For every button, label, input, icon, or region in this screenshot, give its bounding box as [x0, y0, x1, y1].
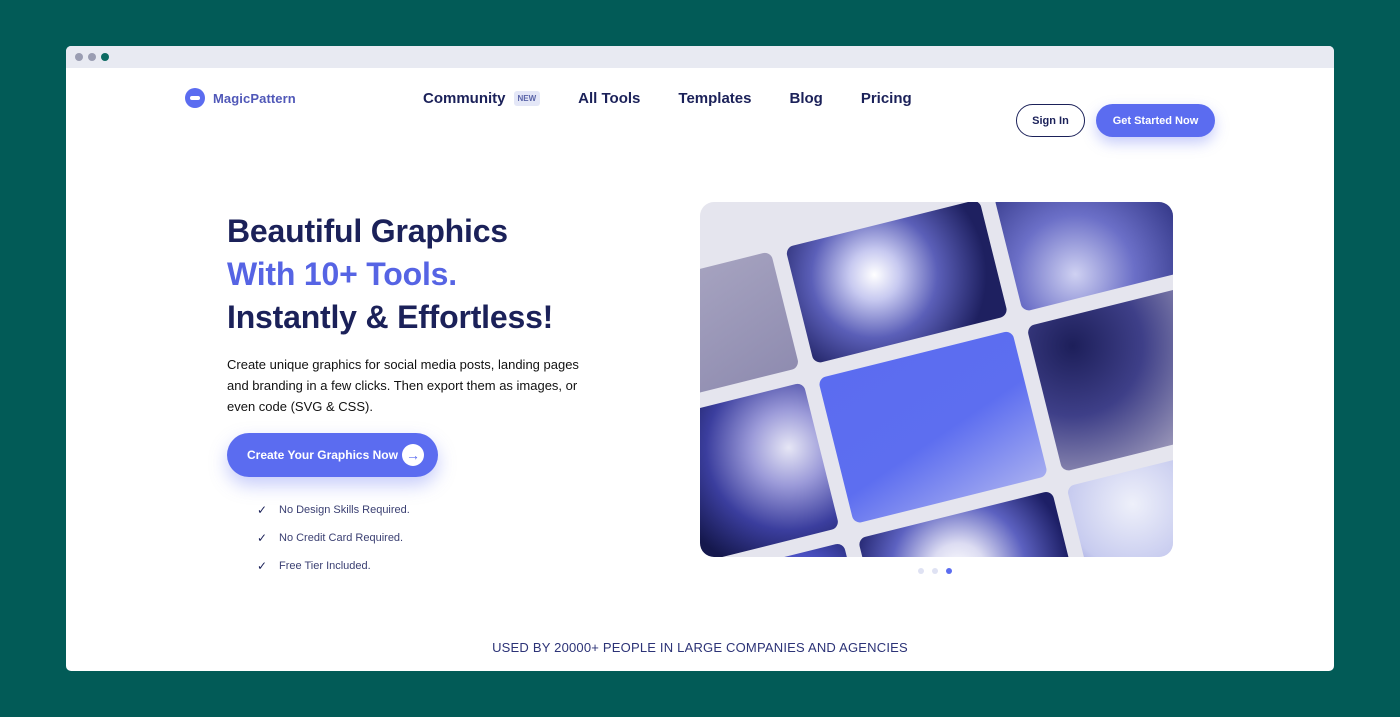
- pattern-tile: [700, 382, 840, 557]
- benefit-item: ✓ No Design Skills Required.: [257, 496, 410, 524]
- arrow-right-icon: →: [402, 444, 424, 466]
- browser-window: MagicPattern Community NEW All Tools Temp…: [66, 46, 1334, 671]
- pattern-tiles: [700, 202, 1173, 557]
- check-icon: ✓: [257, 503, 268, 517]
- benefit-item: ✓ No Credit Card Required.: [257, 524, 410, 552]
- carousel-dot[interactable]: [918, 568, 924, 574]
- benefit-label: No Design Skills Required.: [279, 504, 410, 516]
- hero-title-line-3: Instantly & Effortless!: [227, 299, 554, 335]
- landing-page: MagicPattern Community NEW All Tools Temp…: [66, 68, 1334, 671]
- benefits-list: ✓ No Design Skills Required. ✓ No Credit…: [257, 496, 410, 580]
- create-graphics-button[interactable]: Create Your Graphics Now →: [227, 433, 438, 477]
- benefit-label: Free Tier Included.: [279, 560, 371, 572]
- pattern-tile: [700, 251, 800, 404]
- benefit-label: No Credit Card Required.: [279, 532, 404, 544]
- brand-logo[interactable]: MagicPattern: [185, 88, 296, 108]
- brand-name: MagicPattern: [213, 90, 296, 106]
- main-nav: Community NEW All Tools Templates Blog Pr…: [423, 90, 912, 107]
- get-started-button[interactable]: Get Started Now: [1096, 104, 1215, 137]
- benefit-item: ✓ Free Tier Included.: [257, 552, 410, 580]
- new-badge: NEW: [513, 91, 541, 106]
- carousel-dot[interactable]: [932, 568, 938, 574]
- hero-pattern-image: [700, 202, 1173, 557]
- pattern-tile: [817, 330, 1049, 525]
- create-graphics-label: Create Your Graphics Now: [247, 448, 398, 462]
- window-dot-close[interactable]: [75, 53, 83, 61]
- check-icon: ✓: [257, 559, 268, 573]
- hero-description: Create unique graphics for social media …: [227, 357, 579, 414]
- nav-blog[interactable]: Blog: [790, 90, 823, 107]
- nav-community-label: Community: [423, 90, 506, 107]
- hero-title-line-1: Beautiful Graphics: [227, 213, 508, 249]
- window-chrome: [66, 46, 1334, 68]
- carousel-dot-active[interactable]: [946, 568, 952, 574]
- pattern-tile: [1026, 278, 1173, 473]
- hero-title: Beautiful Graphics With 10+ Tools. Insta…: [227, 210, 553, 339]
- window-dot-maximize[interactable]: [101, 53, 109, 61]
- nav-pricing[interactable]: Pricing: [861, 90, 912, 107]
- social-proof-text: USED BY 20000+ PEOPLE IN LARGE COMPANIES…: [492, 640, 908, 655]
- logo-icon: [185, 88, 205, 108]
- window-dot-minimize[interactable]: [88, 53, 96, 61]
- hero-title-line-2: With 10+ Tools.: [227, 256, 457, 292]
- nav-all-tools[interactable]: All Tools: [578, 90, 640, 107]
- check-icon: ✓: [257, 531, 268, 545]
- carousel-indicators: [918, 568, 952, 574]
- sign-in-button[interactable]: Sign In: [1016, 104, 1085, 137]
- nav-community[interactable]: Community NEW: [423, 90, 541, 107]
- nav-templates[interactable]: Templates: [678, 90, 751, 107]
